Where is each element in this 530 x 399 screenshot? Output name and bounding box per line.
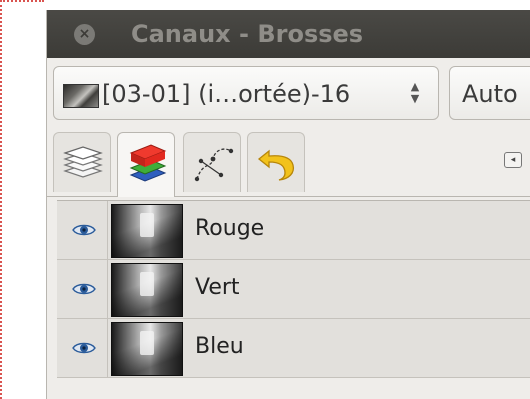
channel-thumbnail [111, 322, 183, 376]
auto-button[interactable]: Auto [449, 66, 530, 120]
channel-name: Bleu [195, 334, 244, 359]
image-selector[interactable]: [03-01] (i…ortée)-16 ▲ ▼ [53, 66, 439, 120]
channel-row[interactable]: Vert [57, 260, 530, 319]
page-border [0, 0, 44, 399]
channels-dock-window: × Canaux - Brosses [03-01] (i…ortée)-16 … [46, 10, 530, 399]
window-title: Canaux - Brosses [131, 20, 364, 48]
auto-button-label: Auto [462, 80, 518, 108]
channel-thumbnail [111, 263, 183, 317]
dock-tabbar: ◂ [47, 128, 530, 197]
channels-icon [129, 144, 167, 182]
image-thumbnail [63, 84, 99, 108]
channel-row[interactable]: Bleu [57, 319, 530, 378]
tab-paths[interactable] [183, 132, 241, 192]
eye-icon [72, 283, 96, 295]
eye-icon [72, 224, 96, 236]
channel-name: Rouge [195, 216, 265, 241]
channels-panel-footer [57, 378, 530, 399]
tab-menu-arrow-icon[interactable]: ◂ [504, 152, 522, 168]
tab-channels[interactable] [117, 132, 175, 197]
spin-arrows-icon[interactable]: ▲ ▼ [408, 81, 422, 105]
close-icon: × [78, 26, 91, 42]
visibility-toggle[interactable] [57, 319, 108, 377]
layers-icon [63, 146, 103, 178]
tab-undo-history[interactable] [247, 132, 305, 192]
undo-history-icon [257, 149, 295, 181]
titlebar: × Canaux - Brosses [47, 10, 530, 58]
tab-layers[interactable] [53, 132, 111, 192]
image-selector-label: [03-01] (i…ortée)-16 [102, 80, 351, 108]
channels-list: Rouge Vert Bleu [57, 200, 530, 378]
channel-thumbnail [111, 204, 183, 258]
eye-icon [72, 342, 96, 354]
visibility-toggle[interactable] [57, 260, 108, 318]
channel-row[interactable]: Rouge [57, 201, 530, 260]
paths-icon [194, 148, 234, 182]
close-button[interactable]: × [74, 24, 95, 45]
channel-name: Vert [195, 275, 240, 300]
visibility-toggle[interactable] [57, 201, 108, 259]
